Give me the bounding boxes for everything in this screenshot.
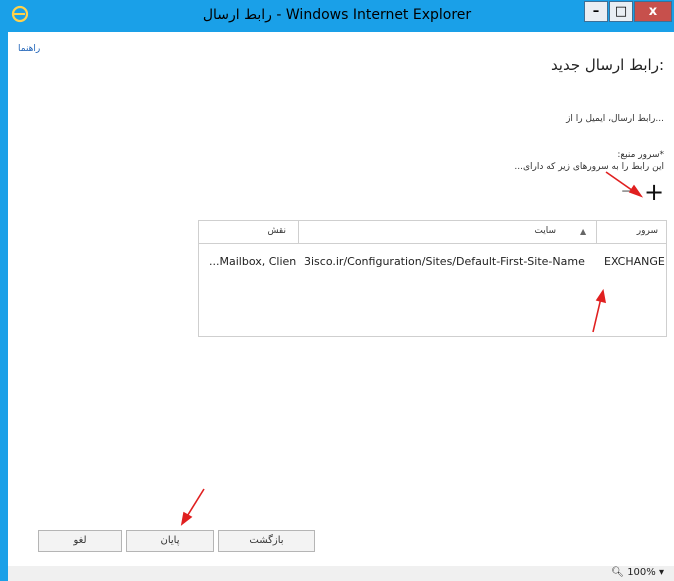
status-bar: 🔍︎ 100% ▾ bbox=[8, 566, 674, 581]
title-bar: رابط ارسال - Windows Internet Explorer –… bbox=[0, 0, 674, 32]
annotation-arrow-row bbox=[592, 288, 607, 333]
wizard-content: راهنما :رابط ارسال جدید ...رابط ارسال، ا… bbox=[8, 32, 674, 566]
annotation-arrow-finish bbox=[180, 488, 205, 526]
zoom-control[interactable]: 🔍︎ 100% ▾ bbox=[611, 567, 664, 578]
close-icon: x bbox=[648, 4, 658, 19]
maximize-icon: □ bbox=[614, 4, 628, 19]
chevron-down-icon: ▾ bbox=[658, 567, 664, 578]
zoom-level: 100% bbox=[627, 567, 656, 578]
zoom-icon: 🔍︎ bbox=[611, 567, 624, 578]
close-button[interactable]: x bbox=[634, 1, 672, 22]
window-title: رابط ارسال - Windows Internet Explorer bbox=[202, 7, 472, 23]
annotation-arrows bbox=[180, 171, 644, 526]
minimize-icon: – bbox=[592, 4, 600, 19]
minimize-button[interactable]: – bbox=[584, 1, 608, 22]
annotation-arrow-add bbox=[605, 171, 644, 198]
maximize-button[interactable]: □ bbox=[609, 1, 633, 22]
